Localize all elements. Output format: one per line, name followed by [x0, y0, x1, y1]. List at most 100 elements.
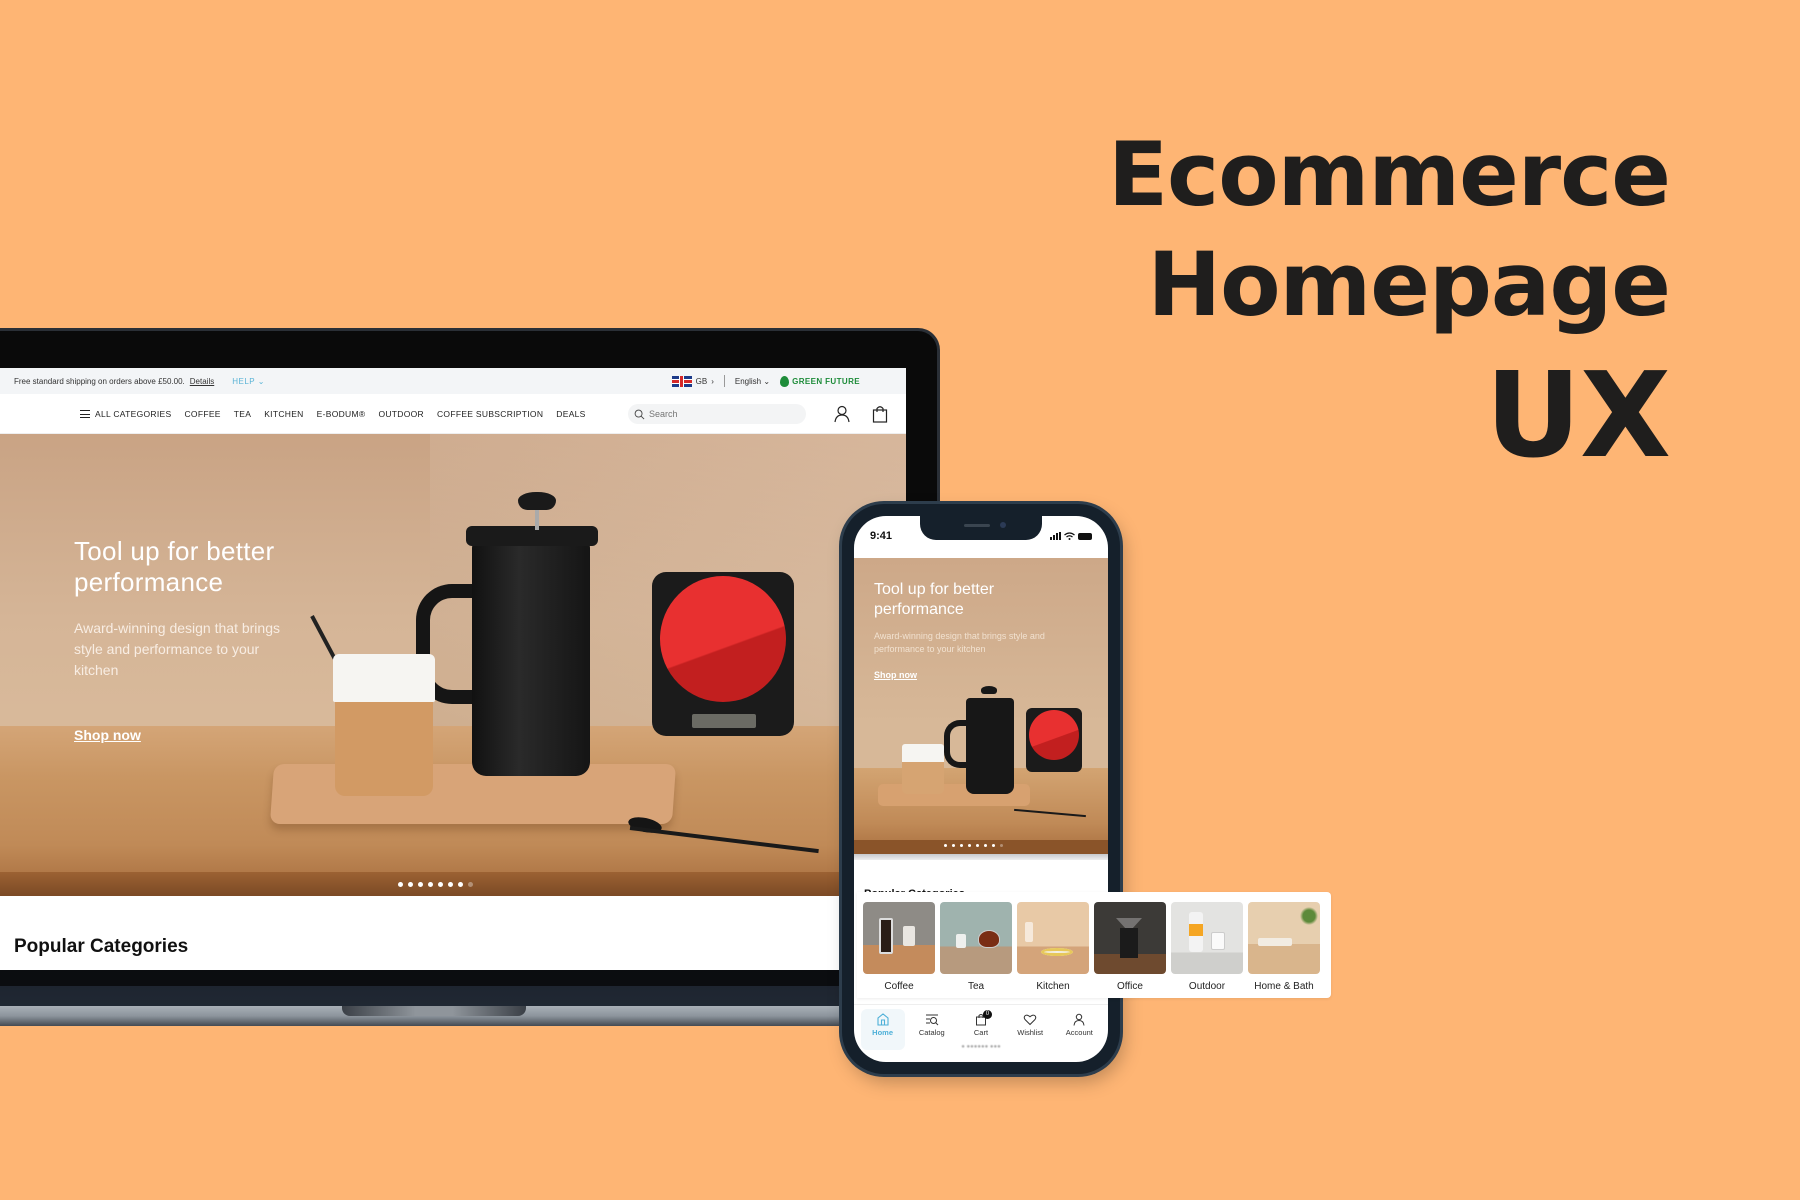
- utility-right: GB › English ⌄ GREEN FUTURE: [671, 375, 860, 387]
- nav-deals[interactable]: DEALS: [556, 409, 585, 419]
- tab-label: Home: [872, 1028, 894, 1037]
- utility-bar: Free standard shipping on orders above £…: [0, 368, 906, 394]
- url-bar: ● ●●●●●● ●●●: [961, 1044, 1001, 1050]
- status-icons: [1050, 532, 1092, 540]
- nav-outdoor[interactable]: OUTDOOR: [378, 409, 424, 419]
- nav-e-bodum[interactable]: E-BODUM®: [317, 409, 366, 419]
- category-card-outdoor[interactable]: Outdoor: [1171, 902, 1243, 998]
- cork-cup: [335, 696, 433, 796]
- french-press-rod: [535, 508, 539, 530]
- phone-volume-up: [839, 649, 842, 687]
- hero-bottom-shade: [854, 854, 1108, 860]
- chevron-down-icon: ⌄: [763, 376, 771, 386]
- green-future-link[interactable]: GREEN FUTURE: [780, 375, 860, 387]
- scale-plate: [660, 576, 786, 702]
- category-card-office[interactable]: Office: [1094, 902, 1166, 998]
- cart-count-badge: 0: [982, 1010, 992, 1019]
- category-label: Office: [1117, 981, 1143, 992]
- region-selector[interactable]: GB ›: [671, 375, 714, 387]
- grinder-thumb: [1120, 928, 1138, 958]
- cork-tray: [269, 764, 677, 824]
- help-label: HELP: [232, 376, 255, 386]
- cup-thumb: [1211, 932, 1225, 950]
- cart-button[interactable]: [870, 404, 890, 424]
- scale-display: [692, 714, 756, 728]
- battery-icon: [1078, 532, 1092, 540]
- search-input[interactable]: [649, 409, 789, 419]
- speaker: [964, 524, 990, 527]
- carousel-dot[interactable]: [468, 882, 473, 887]
- mobile-shop-now-link[interactable]: Shop now: [874, 670, 917, 680]
- headline-line-2: Homepage: [1147, 233, 1671, 336]
- popular-categories-heading: Popular Categories: [14, 936, 189, 957]
- green-future-label: GREEN FUTURE: [792, 376, 860, 386]
- scale-plate: [1029, 710, 1079, 760]
- table-edge: [854, 840, 1108, 854]
- carousel-dot[interactable]: [1000, 844, 1003, 847]
- carousel-dot[interactable]: [438, 882, 443, 887]
- status-time: 9:41: [870, 530, 893, 542]
- category-image: [1094, 902, 1166, 974]
- shipping-details-link[interactable]: Details: [190, 377, 214, 386]
- mobile-hero-content: Tool up for better performance Award-win…: [874, 580, 1064, 683]
- carousel-dot[interactable]: [984, 844, 987, 847]
- phone-power-button: [1120, 664, 1123, 724]
- carousel-dot[interactable]: [944, 844, 947, 847]
- search-box[interactable]: [628, 404, 806, 424]
- category-card-tea[interactable]: Tea: [940, 902, 1012, 998]
- category-image: [1171, 902, 1243, 974]
- cork-cup: [902, 744, 944, 794]
- hero-banner: Tool up for better performance Award-win…: [0, 434, 906, 896]
- laptop-hinge: [0, 986, 950, 1006]
- carousel-dot[interactable]: [992, 844, 995, 847]
- mobile-carousel-dots: [944, 844, 1003, 847]
- french-press-thumb: [879, 918, 893, 954]
- laptop-base: [0, 970, 950, 1026]
- category-card-kitchen[interactable]: Kitchen: [1017, 902, 1089, 998]
- carousel-dot[interactable]: [960, 844, 963, 847]
- help-dropdown[interactable]: HELP ⌄: [232, 377, 265, 386]
- carousel-dot[interactable]: [976, 844, 979, 847]
- carousel-dot[interactable]: [408, 882, 413, 887]
- carousel-dot[interactable]: [952, 844, 955, 847]
- category-label: Kitchen: [1036, 981, 1070, 992]
- carousel-dot[interactable]: [458, 882, 463, 887]
- language-label: English: [734, 376, 762, 386]
- glass-thumb: [956, 934, 966, 948]
- tab-label: Wishlist: [1017, 1028, 1044, 1037]
- nav-tea[interactable]: TEA: [234, 409, 251, 419]
- headline-line-1: Ecommerce: [1107, 123, 1671, 226]
- nav-coffee[interactable]: COFFEE: [184, 409, 220, 419]
- category-label: Outdoor: [1188, 981, 1226, 992]
- camera: [1000, 522, 1006, 528]
- headline: Ecommerce Homepage UX: [1107, 120, 1671, 484]
- carousel-dot[interactable]: [968, 844, 971, 847]
- carousel-dot[interactable]: [428, 882, 433, 887]
- plate-thumb: [1041, 948, 1073, 956]
- nav-all-categories[interactable]: ALL CATEGORIES: [80, 409, 171, 419]
- hero-title: Tool up for better performance: [74, 536, 275, 597]
- category-image: [940, 902, 1012, 974]
- carousel-dot[interactable]: [398, 882, 403, 887]
- mug-thumb: [903, 926, 915, 946]
- mobile-hero-banner: Tool up for better performance Award-win…: [854, 558, 1108, 860]
- nav-coffee-subscription[interactable]: COFFEE SUBSCRIPTION: [437, 409, 543, 419]
- nav-kitchen[interactable]: KITCHEN: [264, 409, 303, 419]
- cellular-signal-icon: [1050, 532, 1061, 540]
- shopping-bag-icon: [872, 406, 888, 423]
- heart-icon: [1023, 1014, 1037, 1026]
- carousel-dot[interactable]: [418, 882, 423, 887]
- category-card-coffee[interactable]: Coffee: [863, 902, 935, 998]
- category-label: Tea: [967, 981, 985, 992]
- nav-label: ALL CATEGORIES: [95, 408, 172, 419]
- desktop-website: Free standard shipping on orders above £…: [0, 368, 906, 970]
- account-button[interactable]: [832, 404, 852, 424]
- chevron-right-icon: ›: [711, 376, 714, 386]
- phone-notch: [920, 516, 1042, 540]
- wifi-icon: [1064, 532, 1075, 540]
- carousel-dot[interactable]: [448, 882, 453, 887]
- language-selector[interactable]: English ⌄: [735, 377, 770, 386]
- shop-now-link[interactable]: Shop now: [74, 727, 141, 743]
- category-card-home-bath[interactable]: Home & Bath: [1248, 902, 1320, 998]
- headline-line-3: UX: [1485, 346, 1671, 484]
